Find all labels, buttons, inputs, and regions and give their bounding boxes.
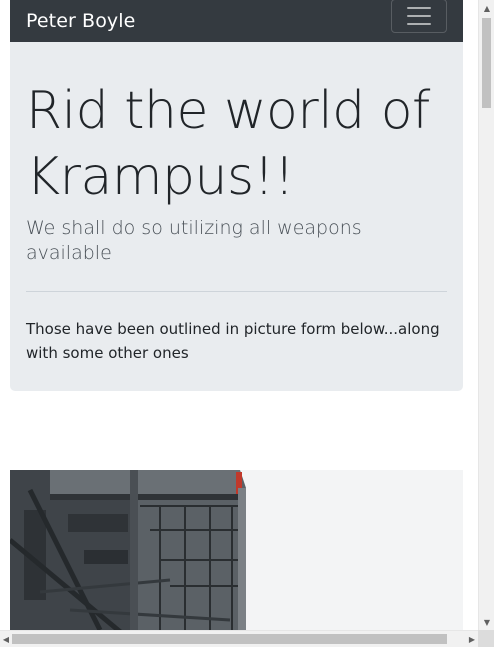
hamburger-menu-icon <box>407 23 431 25</box>
scroll-left-arrow-icon[interactable]: ◀ <box>0 631 12 647</box>
lead-text: We shall do so utilizing all weapons ava… <box>26 217 362 264</box>
scroll-down-arrow-icon[interactable]: ▼ <box>479 614 494 630</box>
vertical-scroll-thumb[interactable] <box>482 18 491 108</box>
hamburger-menu-icon <box>407 15 431 17</box>
hamburger-menu-icon <box>407 7 431 9</box>
warship-photo <box>10 470 463 630</box>
divider <box>26 291 447 293</box>
page-viewport: Peter Boyle Rid the world of Krampus!! W… <box>0 0 478 630</box>
navbar: Peter Boyle <box>10 0 463 42</box>
page-container: Peter Boyle Rid the world of Krampus!! W… <box>10 0 463 630</box>
scroll-up-arrow-icon[interactable]: ▲ <box>479 0 494 16</box>
horizontal-scrollbar[interactable]: ◀ ▶ <box>0 630 478 647</box>
navbar-toggler-button[interactable] <box>391 0 447 33</box>
body-text: Those have been outlined in picture form… <box>26 320 440 363</box>
navbar-brand[interactable]: Peter Boyle <box>26 11 135 31</box>
horizontal-scroll-thumb[interactable] <box>12 634 447 644</box>
scroll-right-arrow-icon[interactable]: ▶ <box>466 631 478 647</box>
vertical-scrollbar[interactable]: ▲ ▼ <box>478 0 494 630</box>
page-title: Rid the world of Krampus!! <box>26 81 430 207</box>
warship-superstructure-image <box>10 470 463 630</box>
scrollbar-corner <box>478 630 494 647</box>
jumbotron: Rid the world of Krampus!! We shall do s… <box>10 42 463 391</box>
